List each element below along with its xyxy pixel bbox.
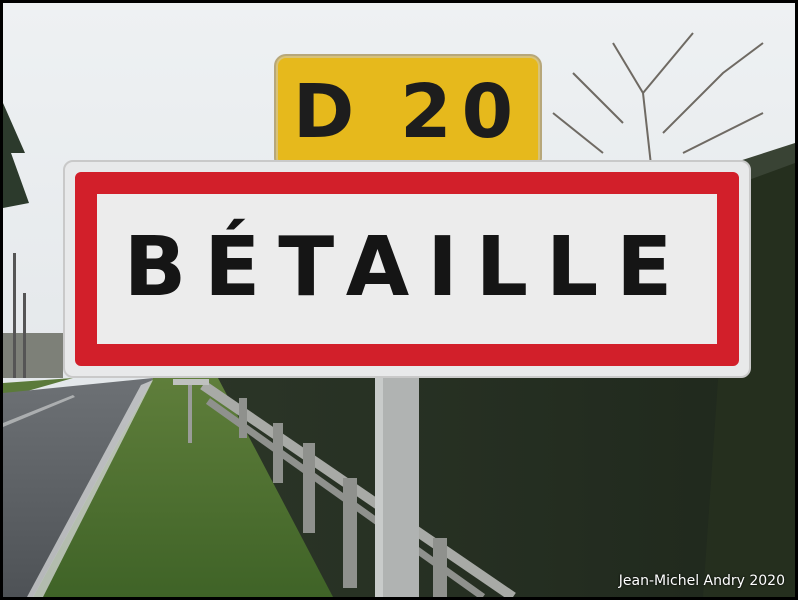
utility-pole (13, 253, 16, 378)
photo-frame: D 20 BÉTAILLE Jean-Michel Andry 2020 (0, 0, 798, 600)
distant-houses (3, 333, 63, 378)
street-lamp (23, 293, 26, 378)
town-name-sign: BÉTAILLE (63, 160, 751, 378)
road-number-sign: D 20 (274, 54, 542, 170)
distant-signpost (188, 383, 192, 443)
sign-post-highlight (375, 375, 383, 597)
town-name-text: BÉTAILLE (123, 220, 691, 315)
distant-sign (173, 379, 209, 385)
road-number-text: D 20 (292, 69, 524, 155)
photo-credit: Jean-Michel Andry 2020 (618, 573, 785, 589)
